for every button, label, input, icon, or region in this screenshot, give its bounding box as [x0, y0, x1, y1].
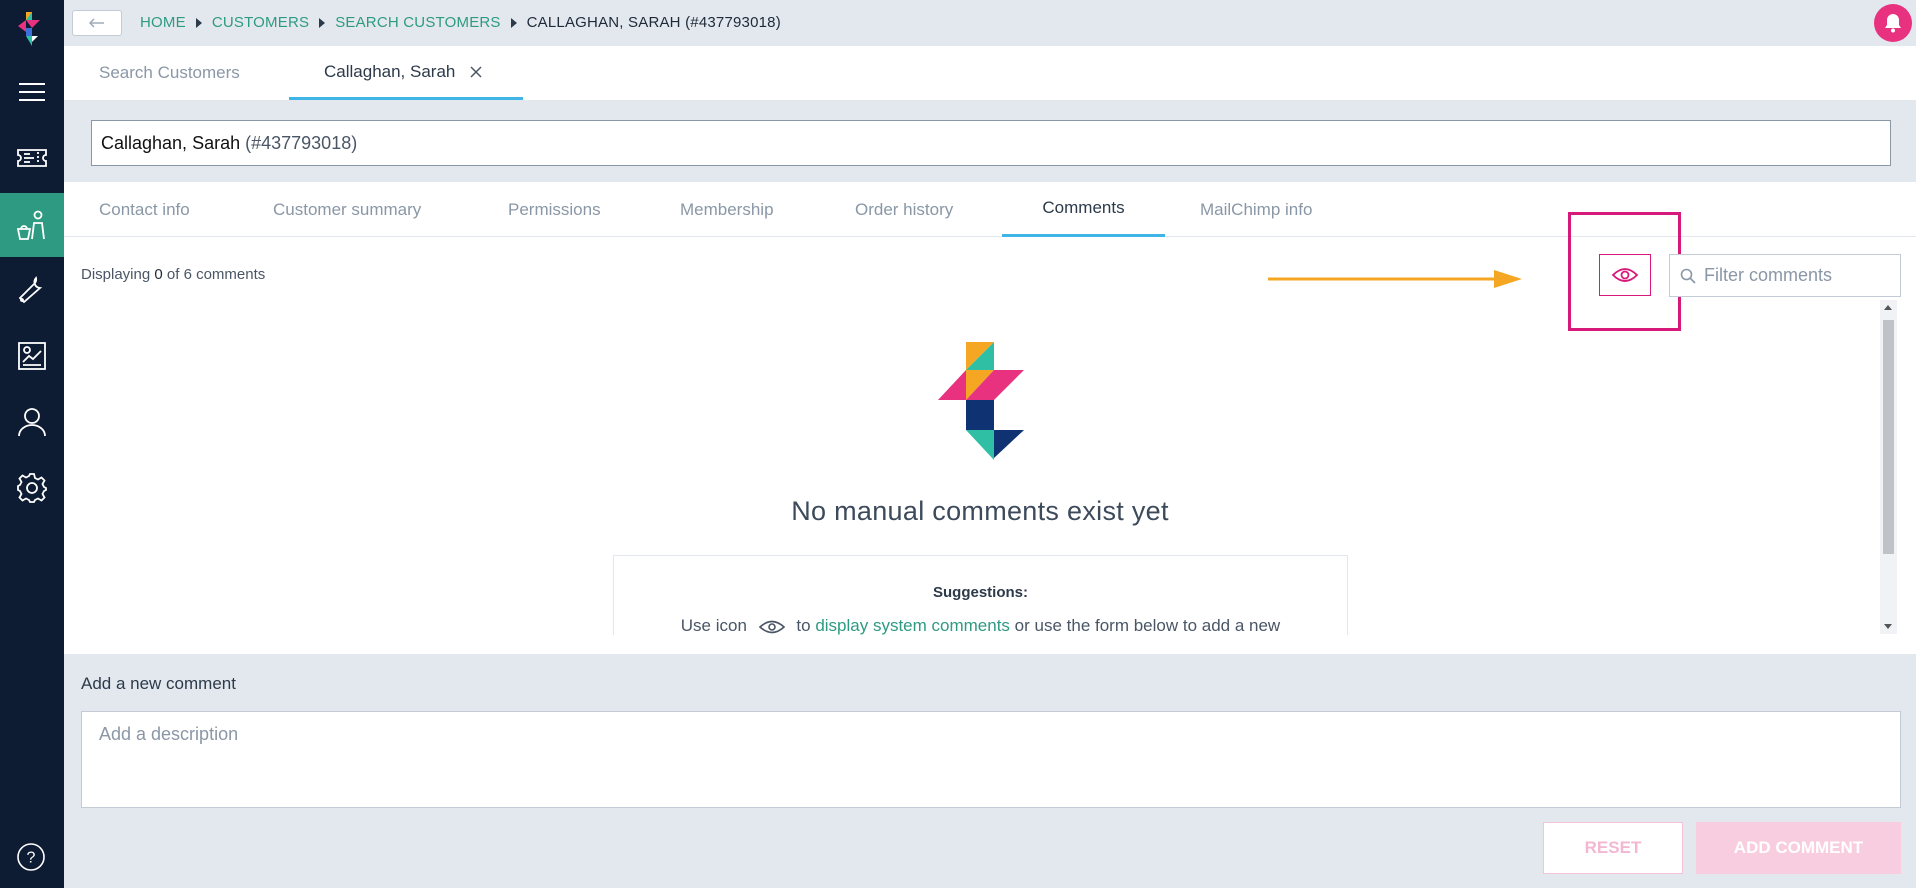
tab-label: Order history	[855, 199, 954, 219]
tab-permissions[interactable]: Permissions	[508, 182, 601, 237]
breadcrumb-search-customers[interactable]: SEARCH CUSTOMERS	[335, 14, 500, 31]
sidebar-item-customers[interactable]	[0, 193, 64, 257]
tab-membership[interactable]: Membership	[680, 182, 774, 237]
reset-button[interactable]: RESET	[1543, 822, 1683, 874]
sidebar-item-tools[interactable]	[0, 258, 64, 322]
help-icon[interactable]: ?	[16, 842, 46, 872]
bell-icon	[1885, 14, 1901, 33]
breadcrumb-separator-icon	[195, 17, 202, 28]
tab-comments[interactable]: Comments	[1002, 182, 1165, 237]
sidebar: ?	[0, 0, 64, 888]
show-system-comments-button[interactable]	[1599, 254, 1651, 296]
brand-logo-icon[interactable]	[18, 12, 46, 48]
notifications-button[interactable]	[1874, 4, 1912, 42]
sidebar-item-account[interactable]	[0, 390, 64, 454]
tools-icon	[18, 276, 43, 304]
suggestions-box: Suggestions: Use icon to display system …	[613, 555, 1348, 635]
count-prefix: Displaying	[81, 266, 151, 283]
back-button[interactable]	[72, 10, 122, 36]
breadcrumb-customers[interactable]: CUSTOMERS	[212, 14, 309, 31]
comments-scrollbar[interactable]	[1880, 300, 1897, 634]
tab-callaghan-sarah[interactable]: Callaghan, Sarah	[289, 46, 523, 100]
eye-icon	[1611, 268, 1639, 282]
breadcrumb-current: CALLAGHAN, SARAH (#437793018)	[526, 14, 781, 31]
tab-label: Callaghan, Sarah	[324, 61, 456, 81]
customer-id: (#437793018)	[245, 132, 358, 153]
tab-label: MailChimp info	[1200, 199, 1313, 219]
annotation-arrow-icon	[1268, 270, 1522, 288]
reports-icon	[18, 342, 46, 370]
customer-header: Callaghan, Sarah (#437793018)	[64, 100, 1916, 182]
filter-comments-field[interactable]	[1669, 254, 1901, 297]
breadcrumb-separator-icon	[510, 17, 517, 28]
user-icon	[18, 408, 46, 437]
tab-label: Customer summary	[273, 199, 422, 219]
settings-icon	[17, 473, 47, 503]
ticket-icon	[17, 149, 47, 167]
svg-text:?: ?	[27, 850, 36, 867]
sidebar-item-settings[interactable]	[0, 456, 64, 520]
suggestion-before: Use icon	[680, 616, 747, 635]
count-shown: 0	[154, 266, 163, 283]
tab-mailchimp-info[interactable]: MailChimp info	[1200, 182, 1312, 237]
tab-search-customers[interactable]: Search Customers	[99, 46, 240, 100]
scroll-down-icon[interactable]	[1884, 624, 1892, 629]
description-field[interactable]	[81, 711, 1901, 808]
sidebar-item-reports[interactable]	[0, 324, 64, 388]
display-system-comments-link[interactable]: display system comments	[815, 616, 1010, 635]
sidebar-item-menu[interactable]	[0, 60, 64, 124]
add-comment-label: Add a new comment	[81, 674, 236, 693]
suggestion-to: to	[796, 616, 811, 635]
tab-order-history[interactable]: Order history	[855, 182, 953, 237]
tab-label: Permissions	[508, 199, 601, 219]
empty-state-title: No manual comments exist yet	[791, 496, 1169, 526]
comments-count: Displaying 0 of 6 comments	[81, 266, 265, 283]
tab-label: Membership	[680, 199, 774, 219]
customer-name-field[interactable]: Callaghan, Sarah (#437793018)	[91, 120, 1891, 166]
customer-tabs: Search Customers Callaghan, Sarah	[64, 46, 1916, 100]
description-input[interactable]	[82, 712, 1900, 807]
breadcrumb: HOME CUSTOMERS SEARCH CUSTOMERS CALLAGHA…	[140, 14, 781, 31]
menu-icon	[19, 83, 45, 101]
eye-icon	[758, 620, 785, 633]
sidebar-item-tickets[interactable]	[0, 126, 64, 190]
breadcrumb-home[interactable]: HOME	[140, 14, 186, 31]
scroll-up-icon[interactable]	[1884, 305, 1892, 310]
tab-label: Search Customers	[99, 63, 240, 82]
tab-customer-summary[interactable]: Customer summary	[273, 182, 421, 237]
breadcrumb-separator-icon	[319, 17, 326, 28]
top-bar: HOME CUSTOMERS SEARCH CUSTOMERS CALLAGHA…	[64, 0, 1916, 46]
customer-name: Callaghan, Sarah	[101, 132, 241, 153]
suggestion-after: or use the form below to add a new	[1014, 616, 1281, 635]
tab-label: Contact info	[99, 199, 190, 219]
empty-state-logo-icon	[938, 342, 1024, 460]
scroll-thumb[interactable]	[1883, 320, 1894, 554]
filter-comments-input[interactable]	[1704, 265, 1884, 286]
close-icon[interactable]	[469, 65, 483, 79]
add-comment-button[interactable]: ADD COMMENT	[1696, 822, 1901, 874]
customers-icon	[16, 210, 45, 240]
tab-contact-info[interactable]: Contact info	[99, 182, 190, 237]
suggestions-title: Suggestions:	[932, 584, 1028, 601]
suggestion-text: Use icon to display system comments or u…	[614, 616, 1347, 635]
arrow-left-icon	[89, 18, 104, 28]
count-total: of 6 comments	[166, 266, 266, 283]
tab-label: Comments	[1042, 198, 1125, 217]
search-icon	[1680, 268, 1696, 284]
